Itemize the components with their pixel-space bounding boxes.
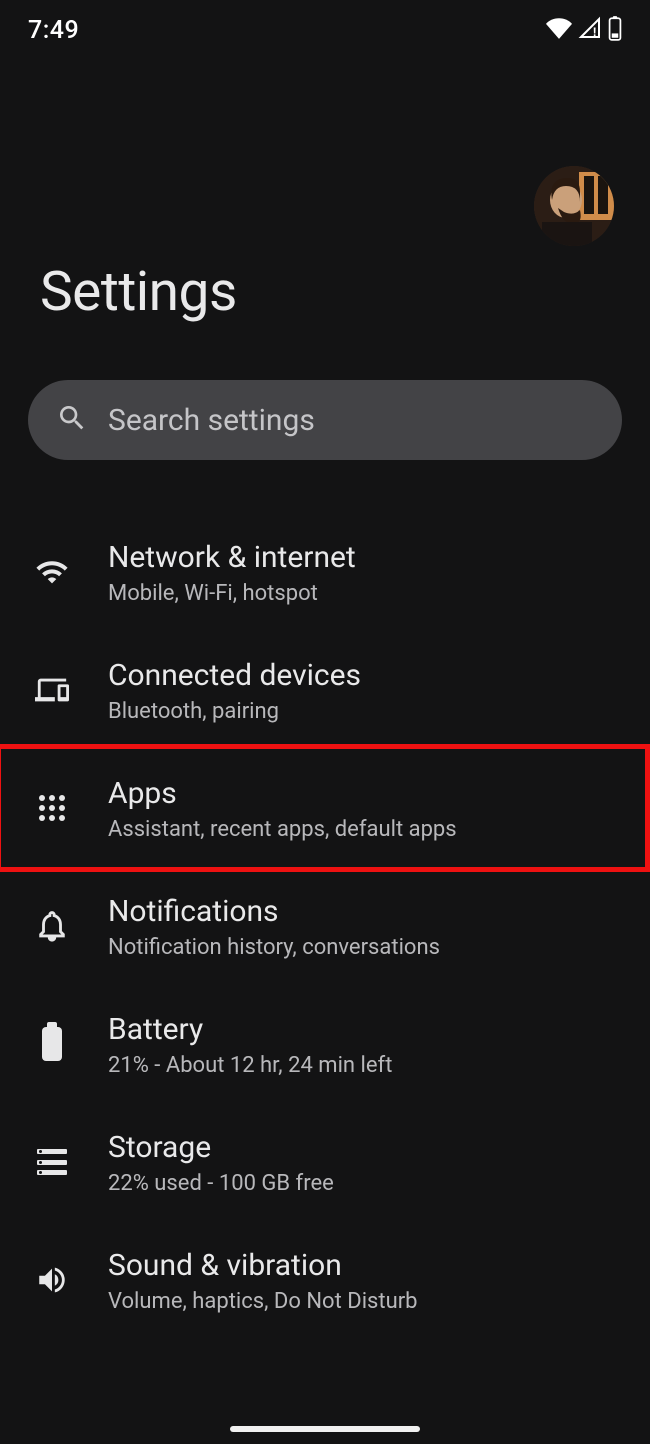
cellular-status-icon: !: [578, 16, 602, 44]
row-title: Connected devices: [108, 658, 361, 693]
row-title: Battery: [108, 1012, 392, 1047]
search-placeholder: Search settings: [108, 403, 315, 438]
row-subtitle: Volume, haptics, Do Not Disturb: [108, 1289, 418, 1314]
search-icon: [56, 402, 88, 438]
storage-icon: [30, 1149, 74, 1175]
row-title: Notifications: [108, 894, 440, 929]
row-title: Storage: [108, 1130, 334, 1165]
settings-item-sound[interactable]: Sound & vibration Volume, haptics, Do No…: [0, 1222, 650, 1340]
settings-list: Network & internet Mobile, Wi-Fi, hotspo…: [0, 514, 650, 1340]
gesture-nav-bar[interactable]: [230, 1426, 420, 1432]
apps-icon: [30, 795, 74, 821]
settings-item-storage[interactable]: Storage 22% used - 100 GB free: [0, 1104, 650, 1222]
status-icons: !: [546, 15, 622, 45]
wifi-icon: [30, 555, 74, 589]
status-bar: 7:49 !: [0, 0, 650, 56]
row-subtitle: 22% used - 100 GB free: [108, 1171, 334, 1196]
settings-item-connected-devices[interactable]: Connected devices Bluetooth, pairing: [0, 632, 650, 750]
page-title: Settings: [0, 246, 650, 324]
settings-item-network[interactable]: Network & internet Mobile, Wi-Fi, hotspo…: [0, 514, 650, 632]
battery-icon: [30, 1027, 74, 1061]
battery-status-icon: [608, 15, 622, 45]
bell-icon: [30, 909, 74, 943]
settings-item-notifications[interactable]: Notifications Notification history, conv…: [0, 868, 650, 986]
row-subtitle: Notification history, conversations: [108, 935, 440, 960]
sound-icon: [30, 1263, 74, 1297]
status-time: 7:49: [28, 16, 79, 45]
settings-item-battery[interactable]: Battery 21% - About 12 hr, 24 min left: [0, 986, 650, 1104]
wifi-status-icon: [546, 15, 572, 45]
row-title: Network & internet: [108, 540, 356, 575]
profile-avatar[interactable]: [534, 166, 614, 246]
row-title: Apps: [108, 776, 457, 811]
row-subtitle: Bluetooth, pairing: [108, 699, 361, 724]
row-subtitle: 21% - About 12 hr, 24 min left: [108, 1053, 392, 1078]
row-subtitle: Assistant, recent apps, default apps: [108, 817, 457, 842]
svg-text:!: !: [593, 25, 596, 39]
search-settings[interactable]: Search settings: [28, 380, 622, 460]
devices-icon: [30, 673, 74, 707]
row-subtitle: Mobile, Wi-Fi, hotspot: [108, 581, 356, 606]
settings-item-apps[interactable]: Apps Assistant, recent apps, default app…: [0, 750, 650, 868]
row-title: Sound & vibration: [108, 1248, 418, 1283]
